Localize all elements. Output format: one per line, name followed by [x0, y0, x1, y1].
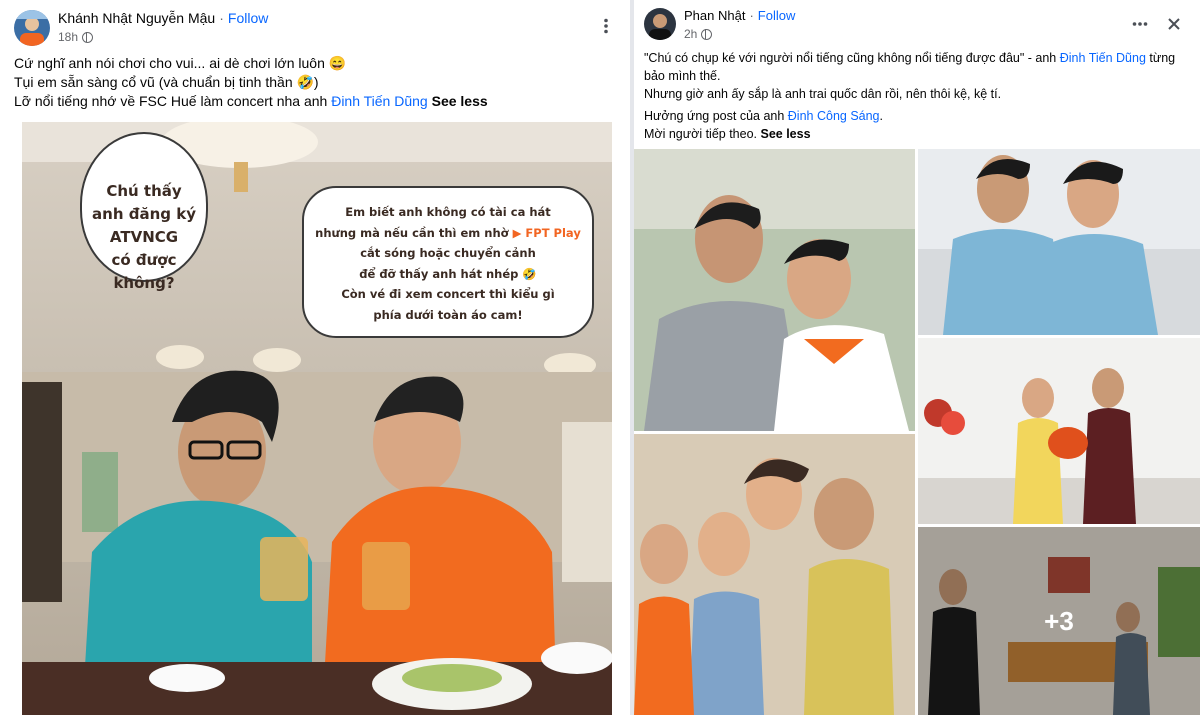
follow-button[interactable]: Follow: [228, 10, 268, 26]
speech-bubble-left: Chú thấy anh đăng ký ATVNCG có được khôn…: [80, 132, 208, 292]
grid-photo-more[interactable]: +3: [918, 527, 1200, 715]
post-header: Phan Nhật · Follow 2h: [644, 8, 795, 41]
follow-button[interactable]: Follow: [758, 8, 796, 23]
avatar[interactable]: [14, 10, 50, 46]
bubble-line: Em biết anh không có tài ca hát: [345, 205, 551, 219]
globe-icon: [82, 31, 94, 43]
caption-line: bảo mình thế.: [644, 69, 721, 83]
mention-link[interactable]: Đinh Tiến Dũng: [331, 93, 428, 109]
bubble-line: Chú thấy: [106, 182, 182, 200]
post-left: Khánh Nhật Nguyễn Mậu · Follow 18h Cứ nghĩ…: [0, 0, 630, 715]
caption-line: Tụi em sẵn sàng cổ vũ (và chuẩn bị tinh …: [14, 74, 319, 90]
caption-text: Mời người tiếp theo.: [644, 127, 758, 141]
caption-line: Hưởng ứng post của anh Đinh Công Sáng.: [644, 107, 1194, 125]
grid-photo[interactable]: [634, 149, 915, 431]
separator-dot: ·: [219, 10, 224, 26]
post-time[interactable]: 18h: [58, 30, 78, 44]
globe-icon: [701, 28, 713, 40]
more-icon[interactable]: [590, 10, 622, 42]
caption-line: Nhưng giờ anh ấy sắp là anh trai quốc dâ…: [644, 87, 1002, 101]
caption-text: "Chú có chụp ké với người nổi tiếng cũng…: [644, 51, 1060, 65]
feed: Khánh Nhật Nguyễn Mậu · Follow 18h Cứ nghĩ…: [0, 0, 1200, 715]
bubble-line: Còn vé đi xem concert thì kiểu gì: [341, 287, 555, 301]
caption-text: .: [879, 109, 883, 123]
caption-line: Mời người tiếp theo. See less: [644, 125, 1194, 143]
mention-link[interactable]: Đinh Tiến Dũng: [1060, 51, 1146, 65]
more-icon[interactable]: [1124, 8, 1156, 40]
bubble-line: nhưng mà nếu cần thì em nhờ ▶ FPT Play: [304, 223, 592, 244]
avatar[interactable]: [644, 8, 676, 40]
author-name[interactable]: Khánh Nhật Nguyễn Mậu: [58, 10, 215, 26]
see-less-button[interactable]: See less: [761, 127, 811, 141]
caption-text: từng: [1145, 51, 1176, 65]
separator-dot: ·: [749, 8, 754, 23]
grid-photo[interactable]: [918, 149, 1200, 335]
grid-photo[interactable]: [634, 434, 915, 715]
bubble-line: để đỡ thấy anh hát nhép 🤣: [359, 266, 537, 281]
close-icon[interactable]: [1158, 8, 1190, 40]
author-name[interactable]: Phan Nhật: [684, 8, 745, 23]
fpt-play-logo: ▶ FPT Play: [512, 225, 581, 240]
speech-bubble-right: Em biết anh không có tài ca hát nhưng mà…: [302, 186, 594, 338]
post-header: Khánh Nhật Nguyễn Mậu · Follow 18h: [14, 10, 268, 46]
caption-text: Lỡ nổi tiếng nhớ về FSC Huế làm concert …: [14, 93, 332, 109]
grid-photo[interactable]: [918, 338, 1200, 524]
post-photo[interactable]: Chú thấy anh đăng ký ATVNCG có được khôn…: [22, 122, 612, 715]
bubble-line: cắt sóng hoặc chuyển cảnh: [360, 246, 536, 260]
post-caption: Cứ nghĩ anh nói chơi cho vui... ai dè ch…: [14, 54, 614, 111]
caption-line: Lỡ nổi tiếng nhớ về FSC Huế làm concert …: [14, 92, 614, 111]
bubble-line: ATVNCG: [109, 228, 179, 246]
mention-link[interactable]: Đinh Công Sáng: [788, 109, 880, 123]
caption-line: Cứ nghĩ anh nói chơi cho vui... ai dè ch…: [14, 55, 347, 71]
bubble-line: phía dưới toàn áo cam!: [373, 307, 523, 322]
see-less-button[interactable]: See less: [432, 93, 488, 109]
post-caption: "Chú có chụp ké với người nổi tiếng cũng…: [644, 49, 1194, 143]
caption-text: Hưởng ứng post của anh: [644, 109, 788, 123]
caption-line: "Chú có chụp ké với người nổi tiếng cũng…: [644, 49, 1194, 67]
more-photos-count[interactable]: +3: [918, 527, 1200, 715]
brand-label: FPT Play: [525, 225, 581, 240]
post-right: Phan Nhật · Follow 2h "Chú có chụp ké với …: [634, 0, 1200, 715]
post-time[interactable]: 2h: [684, 27, 697, 41]
bubble-line: anh đăng ký: [92, 205, 196, 223]
bubble-line: có được không?: [111, 251, 177, 292]
bubble-text: nhưng mà nếu cần thì em nhờ: [315, 225, 509, 240]
